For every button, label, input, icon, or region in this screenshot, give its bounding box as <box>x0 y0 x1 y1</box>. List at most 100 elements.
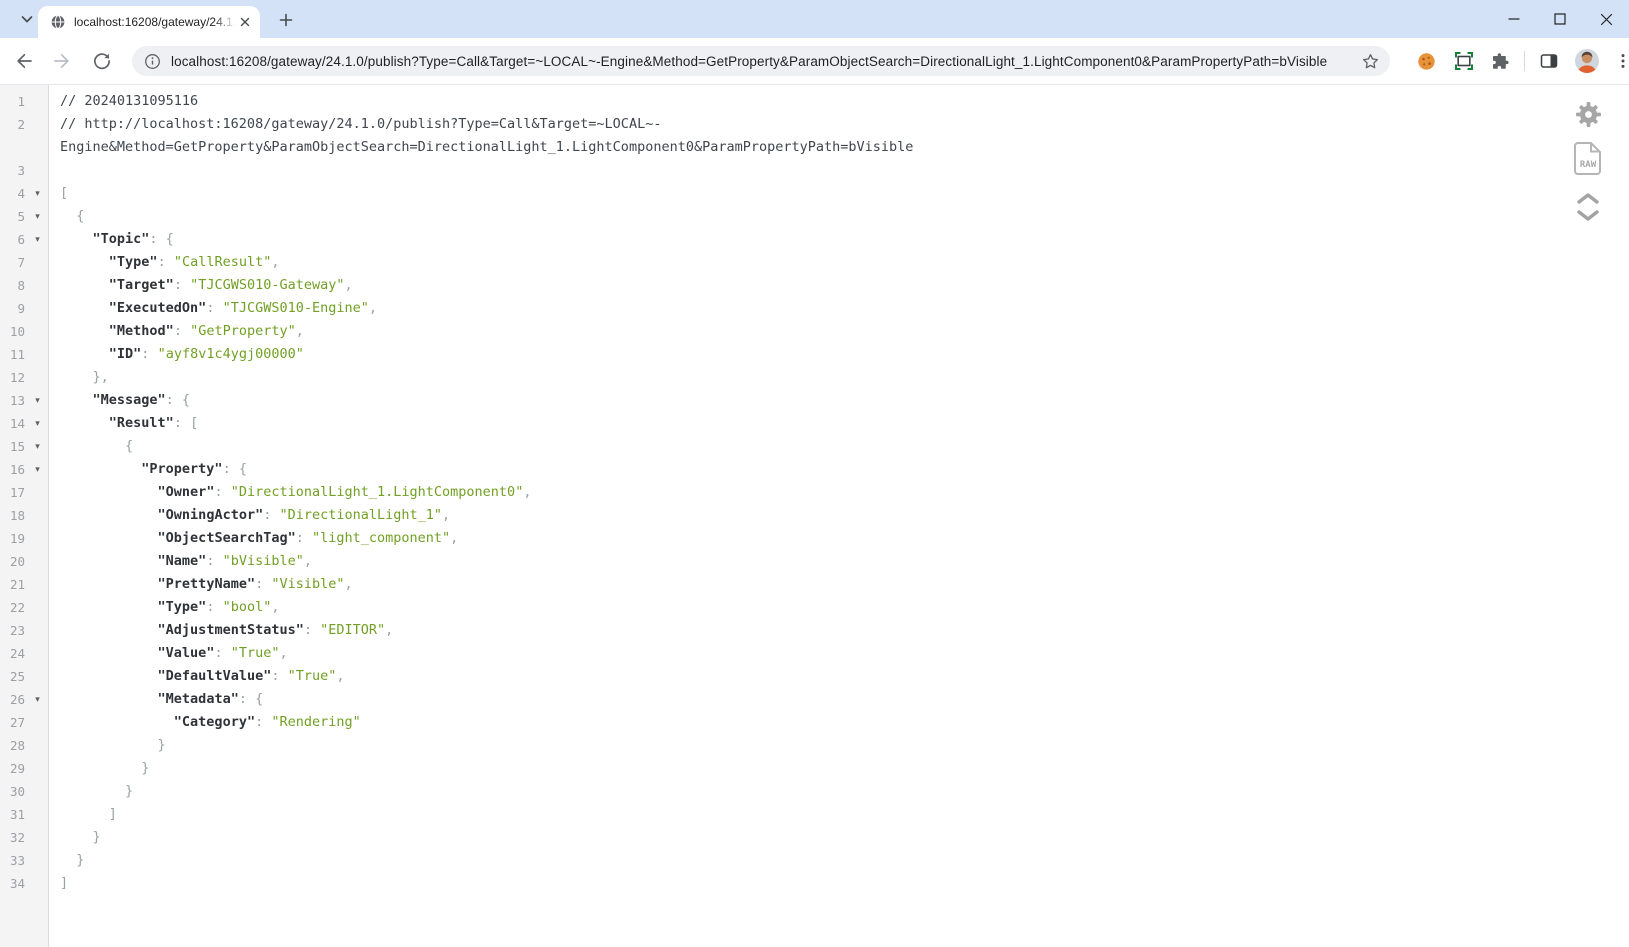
line-number: 12 <box>0 366 25 389</box>
scroll-up-button[interactable] <box>1576 191 1600 205</box>
tab-title: localhost:16208/gateway/24.1.0 <box>74 14 236 30</box>
code-text: "Name": "bVisible", <box>50 550 1629 573</box>
line-number: 32 <box>0 826 25 849</box>
code-line: 3 <box>0 159 1629 182</box>
code-line: 8 "Target": "TJCGWS010-Gateway", <box>0 274 1629 297</box>
line-number: 26 <box>0 688 25 711</box>
collapse-caret-icon[interactable]: ▾ <box>25 458 50 481</box>
collapse-caret-icon[interactable]: ▾ <box>25 435 50 458</box>
raw-view-button[interactable]: RAW <box>1574 141 1602 175</box>
code-line: 12 }, <box>0 366 1629 389</box>
line-number: 31 <box>0 803 25 826</box>
code-line: 1 // 20240131095116 <box>0 90 1629 113</box>
code-line: 10 "Method": "GetProperty", <box>0 320 1629 343</box>
collapse-caret-icon[interactable]: ▾ <box>25 228 50 251</box>
code-line: 30 } <box>0 780 1629 803</box>
collapse-caret-icon[interactable]: ▾ <box>25 688 50 711</box>
url-text[interactable]: localhost:16208/gateway/24.1.0/publish?T… <box>171 54 1361 69</box>
collapse-caret-icon[interactable]: ▾ <box>25 182 50 205</box>
collapse-caret-icon[interactable]: ▾ <box>25 389 50 412</box>
code-text: // 20240131095116 <box>50 90 1629 113</box>
code-line: 20 "Name": "bVisible", <box>0 550 1629 573</box>
minimize-button[interactable] <box>1491 0 1537 38</box>
extensions-button[interactable] <box>1486 47 1514 75</box>
code-text: // http://localhost:16208/gateway/24.1.0… <box>50 113 1629 159</box>
code-text: [ <box>50 182 1629 205</box>
maximize-button[interactable] <box>1537 0 1583 38</box>
new-tab-button[interactable] <box>272 8 300 32</box>
close-window-button[interactable] <box>1583 0 1629 38</box>
collapse-caret-icon[interactable]: ▾ <box>25 205 50 228</box>
line-number: 27 <box>0 711 25 734</box>
code-line: 24 "Value": "True", <box>0 642 1629 665</box>
extensions-puzzle-icon <box>1490 51 1510 71</box>
code-text: "Result": [ <box>50 412 1629 435</box>
code-line: 18 "OwningActor": "DirectionalLight_1", <box>0 504 1629 527</box>
code-text: "ID": "ayf8v1c4ygj00000" <box>50 343 1629 366</box>
caret-spacer <box>25 780 50 803</box>
code-line: 9 "ExecutedOn": "TJCGWS010-Engine", <box>0 297 1629 320</box>
caret-spacer <box>25 734 50 757</box>
json-viewer: 1 // 202401310951162// http://localhost:1… <box>0 85 1629 947</box>
settings-gear-button[interactable] <box>1575 101 1602 128</box>
viewer-toolbar: RAW <box>1571 101 1605 223</box>
tab-title-fade <box>214 14 236 30</box>
screenshot-extension-button[interactable] <box>1450 47 1478 75</box>
code-text: "ExecutedOn": "TJCGWS010-Engine", <box>50 297 1629 320</box>
caret-spacer <box>25 90 50 113</box>
code-text: } <box>50 780 1629 803</box>
code-line: 27 "Category": "Rendering" <box>0 711 1629 734</box>
code-text: "Category": "Rendering" <box>50 711 1629 734</box>
caret-spacer <box>25 757 50 780</box>
line-number: 18 <box>0 504 25 527</box>
line-number: 11 <box>0 343 25 366</box>
code-line: 2// http://localhost:16208/gateway/24.1.… <box>0 113 1629 159</box>
line-number: 1 <box>0 90 25 113</box>
browser-window: localhost:16208/gateway/24.1.0 <box>0 0 1629 947</box>
cookie-icon <box>1416 51 1437 72</box>
code-text: ] <box>50 872 1629 895</box>
side-panel-button[interactable] <box>1535 47 1563 75</box>
back-icon <box>14 51 34 71</box>
reload-button[interactable] <box>86 45 118 77</box>
omnibox[interactable]: localhost:16208/gateway/24.1.0/publish?T… <box>132 46 1390 76</box>
cookie-extension-button[interactable] <box>1412 47 1440 75</box>
caret-spacer <box>25 619 50 642</box>
code-line: 15▾ { <box>0 435 1629 458</box>
tab-close-button[interactable] <box>236 13 254 31</box>
code-line: 5▾ { <box>0 205 1629 228</box>
line-number: 17 <box>0 481 25 504</box>
info-icon[interactable] <box>144 53 161 70</box>
line-number: 9 <box>0 297 25 320</box>
code-line: 14▾ "Result": [ <box>0 412 1629 435</box>
screenshot-frame-icon <box>1454 51 1474 71</box>
code-line: 32 } <box>0 826 1629 849</box>
line-number: 13 <box>0 389 25 412</box>
caret-spacer <box>25 527 50 550</box>
caret-spacer <box>25 297 50 320</box>
svg-text:RAW: RAW <box>1580 160 1597 170</box>
collapse-caret-icon[interactable]: ▾ <box>25 412 50 435</box>
code-text: ] <box>50 803 1629 826</box>
back-button[interactable] <box>8 45 40 77</box>
bookmark-star-button[interactable] <box>1361 52 1380 71</box>
line-number: 33 <box>0 849 25 872</box>
reload-icon <box>92 51 112 71</box>
forward-button[interactable] <box>46 45 78 77</box>
code-line: 11 "ID": "ayf8v1c4ygj00000" <box>0 343 1629 366</box>
code-text: "AdjustmentStatus": "EDITOR", <box>50 619 1629 642</box>
browser-menu-button[interactable] <box>1609 47 1629 75</box>
line-number: 29 <box>0 757 25 780</box>
caret-spacer <box>25 320 50 343</box>
line-number: 28 <box>0 734 25 757</box>
profile-avatar[interactable] <box>1573 47 1601 75</box>
caret-spacer <box>25 251 50 274</box>
code-line: 33 } <box>0 849 1629 872</box>
line-number: 14 <box>0 412 25 435</box>
browser-tab[interactable]: localhost:16208/gateway/24.1.0 <box>38 6 260 38</box>
code-text: "Method": "GetProperty", <box>50 320 1629 343</box>
code-line: 22 "Type": "bool", <box>0 596 1629 619</box>
caret-spacer <box>25 849 50 872</box>
line-number: 5 <box>0 205 25 228</box>
scroll-down-button[interactable] <box>1576 209 1600 223</box>
